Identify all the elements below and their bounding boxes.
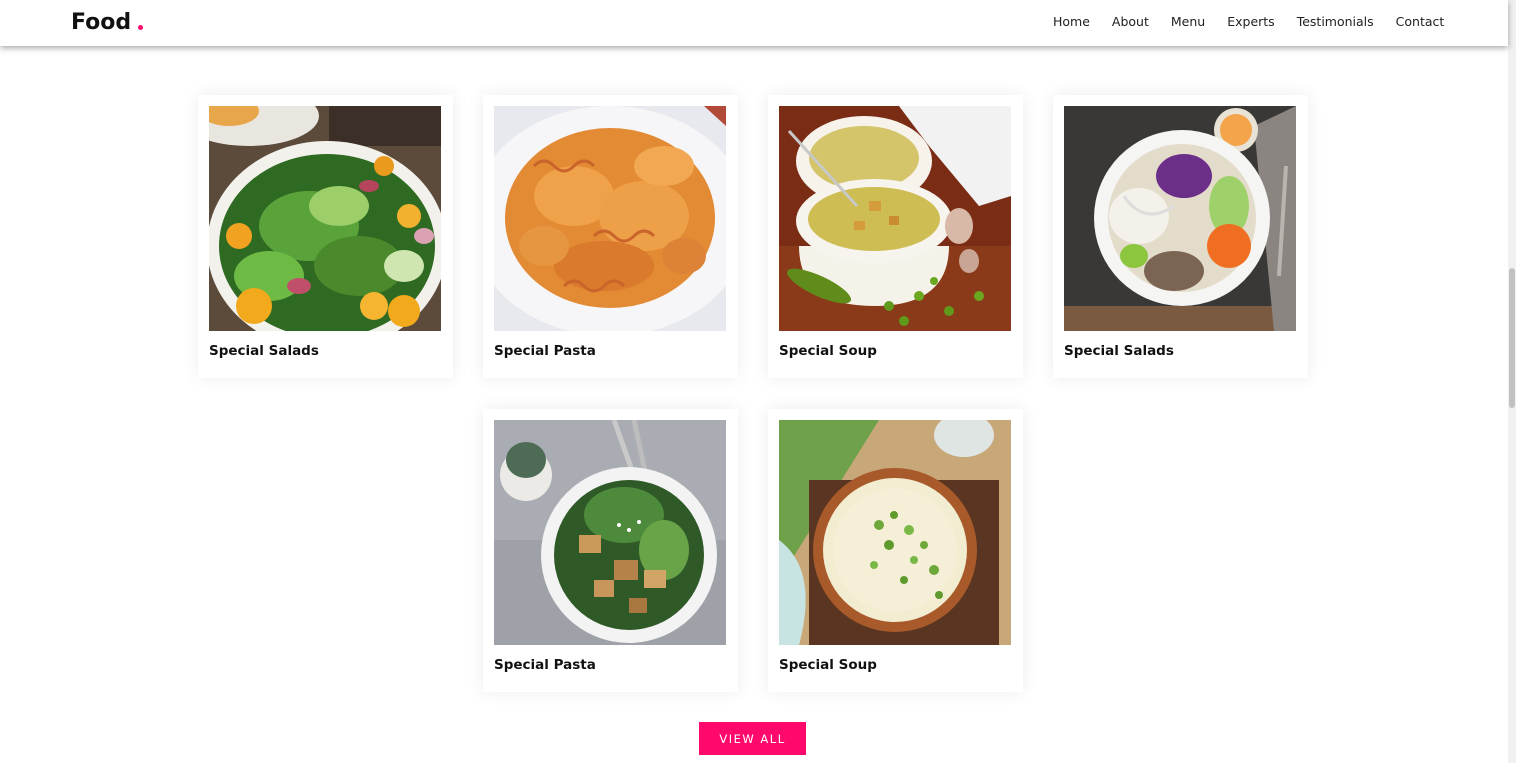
nav-home[interactable]: Home [1053, 14, 1090, 29]
brand-name: Food [71, 10, 132, 35]
noodle-salad-bowl-image [1064, 106, 1296, 331]
card-title: Special Soup [779, 657, 877, 673]
nav-menu[interactable]: Menu [1171, 14, 1205, 29]
brand-logo[interactable]: Food [71, 10, 144, 35]
main-nav: Home About Menu Experts Testimonials Con… [1053, 14, 1444, 29]
cream-soup-image [779, 106, 1011, 331]
card-title: Special Pasta [494, 657, 596, 673]
menu-card[interactable]: Special Soup [768, 95, 1023, 378]
brand-dot-icon [138, 25, 144, 30]
card-title: Special Salads [209, 343, 319, 359]
card-title: Special Pasta [494, 343, 596, 359]
card-title: Special Salads [1064, 343, 1174, 359]
fusilli-pasta-image [494, 106, 726, 331]
menu-card[interactable]: Special Pasta [483, 409, 738, 692]
scrollbar-thumb[interactable] [1509, 268, 1515, 408]
top-navbar: Food Home About Menu Experts Testimonial… [0, 0, 1508, 46]
page-scrollbar[interactable] [1508, 0, 1516, 763]
menu-card[interactable]: Special Salads [198, 95, 453, 378]
card-title: Special Soup [779, 343, 877, 359]
menu-card[interactable]: Special Soup [768, 409, 1023, 692]
menu-card[interactable]: Special Pasta [483, 95, 738, 378]
nav-experts[interactable]: Experts [1227, 14, 1274, 29]
view-all-button[interactable]: VIEW ALL [699, 722, 806, 755]
nav-about[interactable]: About [1112, 14, 1149, 29]
miso-soup-image [779, 420, 1011, 645]
nav-contact[interactable]: Contact [1396, 14, 1445, 29]
salad-plate-image [209, 106, 441, 331]
tofu-greens-bowl-image [494, 420, 726, 645]
menu-card[interactable]: Special Salads [1053, 95, 1308, 378]
nav-testimonials[interactable]: Testimonials [1297, 14, 1374, 29]
